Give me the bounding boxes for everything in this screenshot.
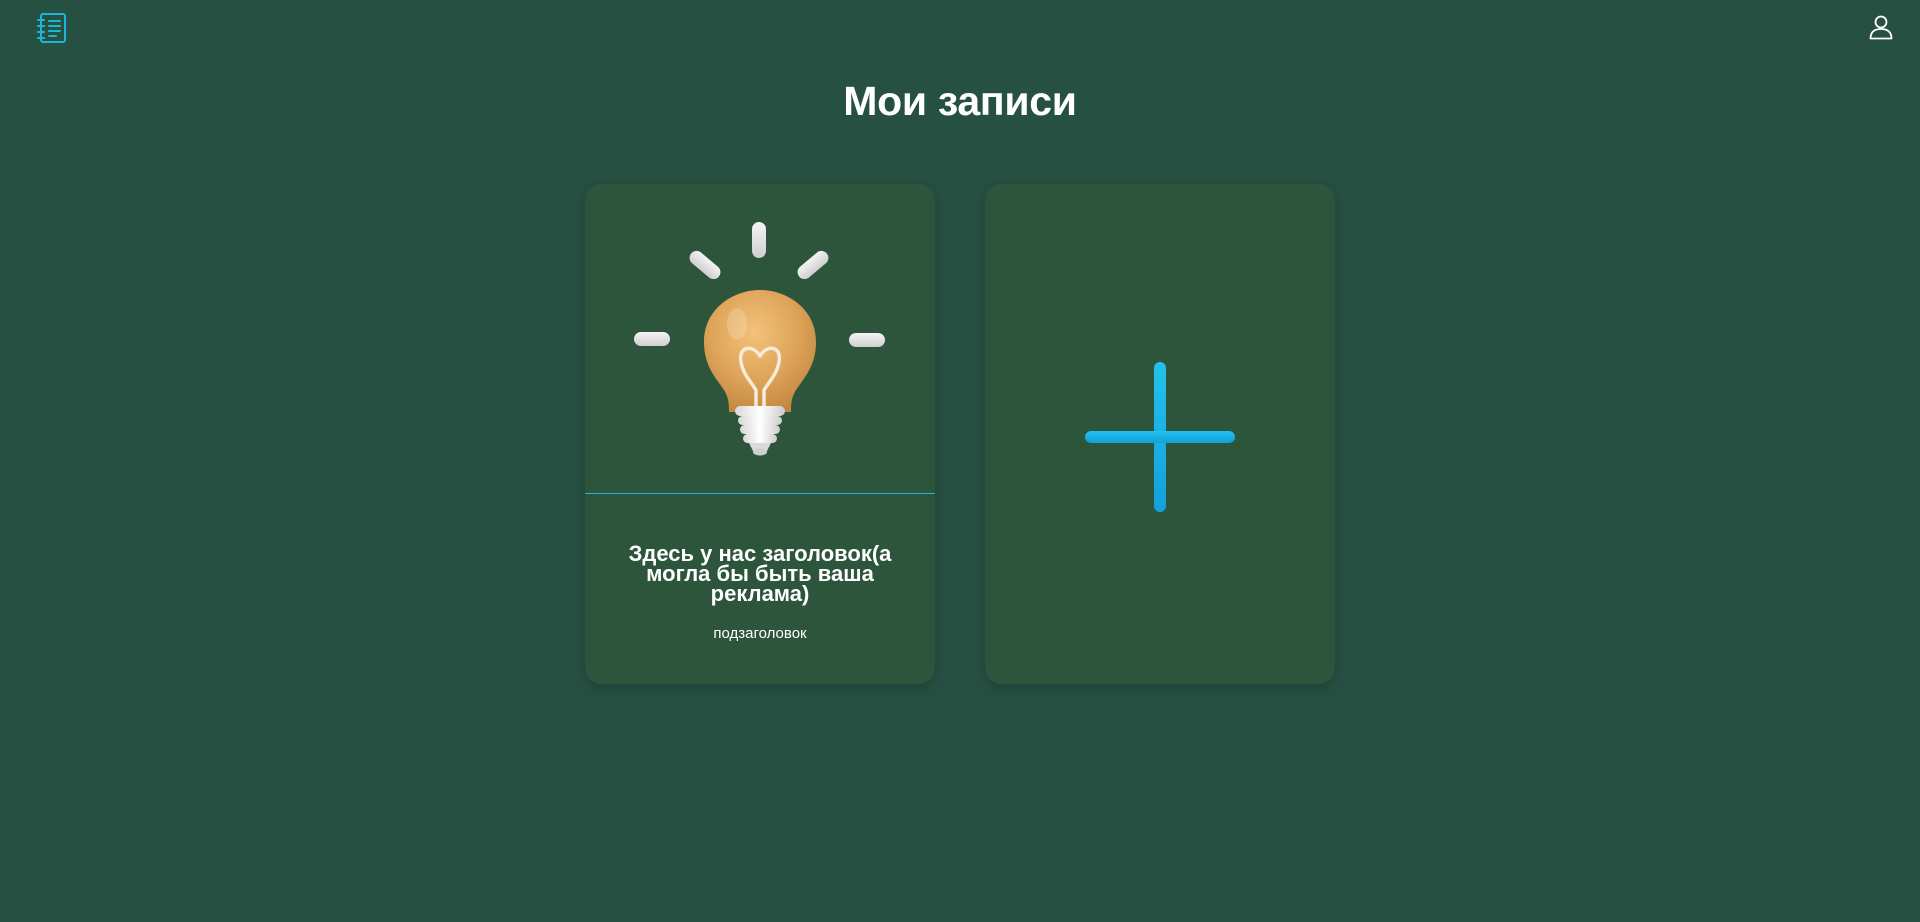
add-note-button[interactable] (985, 184, 1335, 684)
user-profile-icon[interactable] (1868, 14, 1894, 40)
page-title: Мои записи (843, 78, 1077, 124)
top-bar (0, 0, 1920, 56)
light-bulb-illustration (585, 184, 935, 494)
card-divider (585, 493, 935, 494)
note-subtitle: подзаголовок (713, 625, 807, 642)
note-title: Здесь у нас заголовок(а могла бы быть ва… (628, 541, 892, 606)
plus-icon (1082, 359, 1238, 515)
note-card[interactable]: Здесь у нас заголовок(а могла бы быть ва… (585, 184, 935, 684)
notebook-list-icon[interactable] (36, 12, 68, 44)
